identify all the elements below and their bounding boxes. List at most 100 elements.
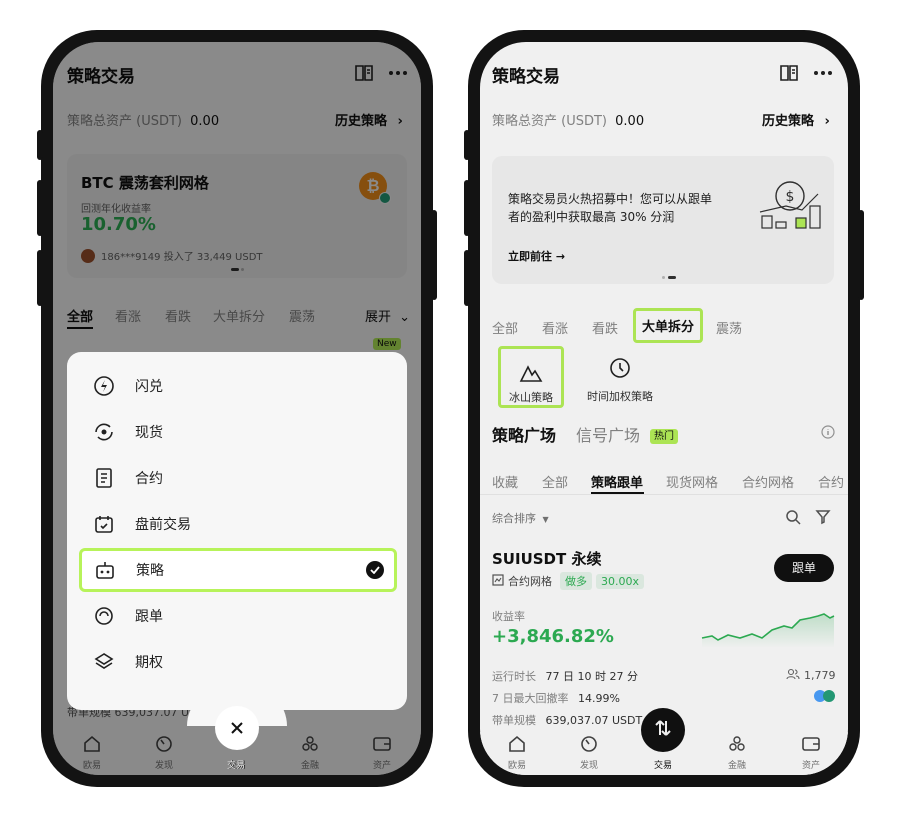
spot-icon (91, 419, 117, 445)
list-tab-strategy-copy[interactable]: 策略跟单 (591, 472, 643, 491)
close-icon (231, 719, 243, 738)
strategy-name[interactable]: SUIUSDT 永续 (492, 548, 601, 569)
sort-dropdown[interactable]: 综合排序 ▼ (492, 510, 549, 526)
tabbar-assets[interactable]: 资产 (786, 732, 836, 771)
menu-item-copy[interactable]: 跟单 (81, 594, 393, 638)
chevron-right-icon: › (824, 114, 830, 129)
signal-title[interactable]: 信号广场 (576, 422, 640, 446)
tabbar-finance[interactable]: 金融 (712, 732, 762, 771)
phone-left: 策略交易 策略总资产 (USDT) 0.00 历史策略 › BTC 震荡套利网格… (37, 30, 437, 787)
twap-strategy[interactable]: 时间加权策略 (578, 348, 662, 408)
discover-icon (564, 732, 614, 756)
menu-item-flash[interactable]: 闪兑 (81, 364, 393, 408)
carousel-dot (662, 276, 665, 279)
tabbar-label: 资产 (801, 761, 820, 771)
flash-icon (91, 373, 117, 399)
clock-icon (578, 348, 662, 380)
list-tab-all[interactable]: 全部 (542, 472, 568, 491)
side-button (37, 250, 43, 306)
close-button[interactable] (215, 706, 259, 750)
screen-left: 策略交易 策略总资产 (USDT) 0.00 历史策略 › BTC 震荡套利网格… (53, 42, 421, 775)
mountain-icon (501, 349, 561, 383)
list-tab-spot-grid[interactable]: 现货网格 (666, 472, 718, 491)
side-button (858, 210, 864, 300)
trade-menu: 闪兑 现货 合约 盘前交易 策略 跟单 期权 (67, 352, 407, 710)
phone-right: 策略交易 策略总资产 (USDT) 0.00 历史策略 › 策略交易员火热招募中… (464, 30, 864, 787)
sub-item-label: 冰山策略 (509, 391, 553, 404)
tabbar-label: 金融 (727, 761, 746, 771)
direction-tag: 做多 (560, 572, 592, 590)
more-icon[interactable] (812, 62, 834, 84)
side-button (464, 250, 470, 306)
yield-value: +3,846.82% (492, 626, 614, 647)
bot-icon (92, 557, 118, 583)
banner-cta[interactable]: 立即前往 → (508, 248, 565, 264)
info-icon[interactable] (820, 424, 836, 440)
search-icon[interactable] (784, 508, 802, 526)
grid-icon (492, 573, 504, 589)
runtime-row: 运行时长 77 日 10 时 27 分 (492, 668, 638, 684)
menu-item-strategy[interactable]: 策略 (79, 548, 397, 592)
side-button (431, 210, 437, 300)
leverage-tag: 30.00x (596, 573, 645, 589)
yield-sparkline (700, 608, 836, 652)
drawdown-row: 7 日最大回撤率 14.99% (492, 690, 620, 706)
hot-badge-label: 热门 (650, 429, 678, 444)
history-link[interactable]: 历史策略 › (762, 110, 830, 129)
menu-label: 跟单 (135, 609, 163, 625)
yield-label: 收益率 (492, 610, 525, 623)
wallet-icon (786, 732, 836, 756)
tabbar-label: 欧易 (507, 761, 526, 771)
menu-label: 合约 (135, 471, 163, 487)
list-tab-contract[interactable]: 合约 (818, 472, 844, 491)
trade-label-overlay: 交易 (227, 761, 246, 771)
copy-icon (91, 603, 117, 629)
tab-bullish[interactable]: 看涨 (542, 318, 568, 337)
recruit-banner[interactable]: 策略交易员火热招募中！您可以从跟单 者的盈利中获取最高 30% 分润 立即前往 … (492, 156, 834, 284)
tether-icon (823, 690, 835, 702)
page-title: 策略交易 (492, 67, 560, 87)
menu-item-spot[interactable]: 现货 (81, 410, 393, 454)
runtime-label: 运行时长 (492, 670, 536, 683)
tab-bearish[interactable]: 看跌 (592, 318, 618, 337)
history-label: 历史策略 (762, 114, 815, 129)
contract-icon (91, 465, 117, 491)
tabbar-discover[interactable]: 发现 (564, 732, 614, 771)
plaza-title[interactable]: 策略广场 (492, 422, 556, 446)
premarket-icon (91, 511, 117, 537)
check-icon (366, 561, 384, 579)
menu-label: 现货 (135, 425, 163, 441)
coin-icons (814, 690, 835, 702)
svg-text:$: $ (786, 189, 795, 205)
assets-value: 0.00 (615, 114, 645, 129)
menu-item-premarket[interactable]: 盘前交易 (81, 502, 393, 546)
side-button (37, 130, 43, 160)
tabbar-home[interactable]: 欧易 (492, 732, 542, 771)
list-tab-favorites[interactable]: 收藏 (492, 472, 518, 491)
sort-label: 综合排序 (492, 512, 536, 525)
banner-text-line2: 者的盈利中获取最高 30% 分润 (508, 210, 675, 224)
carousel-dot-active (668, 276, 676, 279)
follow-button[interactable]: 跟单 (774, 554, 834, 582)
menu-item-contract[interactable]: 合约 (81, 456, 393, 500)
filter-icon[interactable] (814, 508, 832, 526)
trade-fab[interactable] (641, 708, 685, 752)
iceberg-strategy[interactable]: 冰山策略 (498, 346, 564, 408)
side-button (464, 130, 470, 160)
tab-big-order[interactable]: 大单拆分 (633, 308, 704, 343)
finance-icon (712, 732, 762, 756)
menu-item-options[interactable]: 期权 (81, 640, 393, 684)
list-tab-contract-grid[interactable]: 合约网格 (742, 472, 794, 491)
swap-icon (653, 718, 673, 742)
followers-count: 1,779 (804, 669, 836, 682)
followers: 1,779 (786, 668, 836, 683)
tab-all[interactable]: 全部 (492, 318, 518, 337)
strategy-tags: 合约网格 做多 30.00x (492, 572, 645, 590)
scale-row: 带单规模 639,037.07 USDT (492, 712, 642, 728)
home-icon (492, 732, 542, 756)
tab-oscillate[interactable]: 震荡 (716, 318, 742, 337)
sub-item-label: 时间加权策略 (587, 390, 653, 403)
book-icon[interactable] (778, 62, 800, 84)
menu-label: 盘前交易 (135, 517, 191, 533)
money-chart-icon: $ (756, 176, 822, 240)
